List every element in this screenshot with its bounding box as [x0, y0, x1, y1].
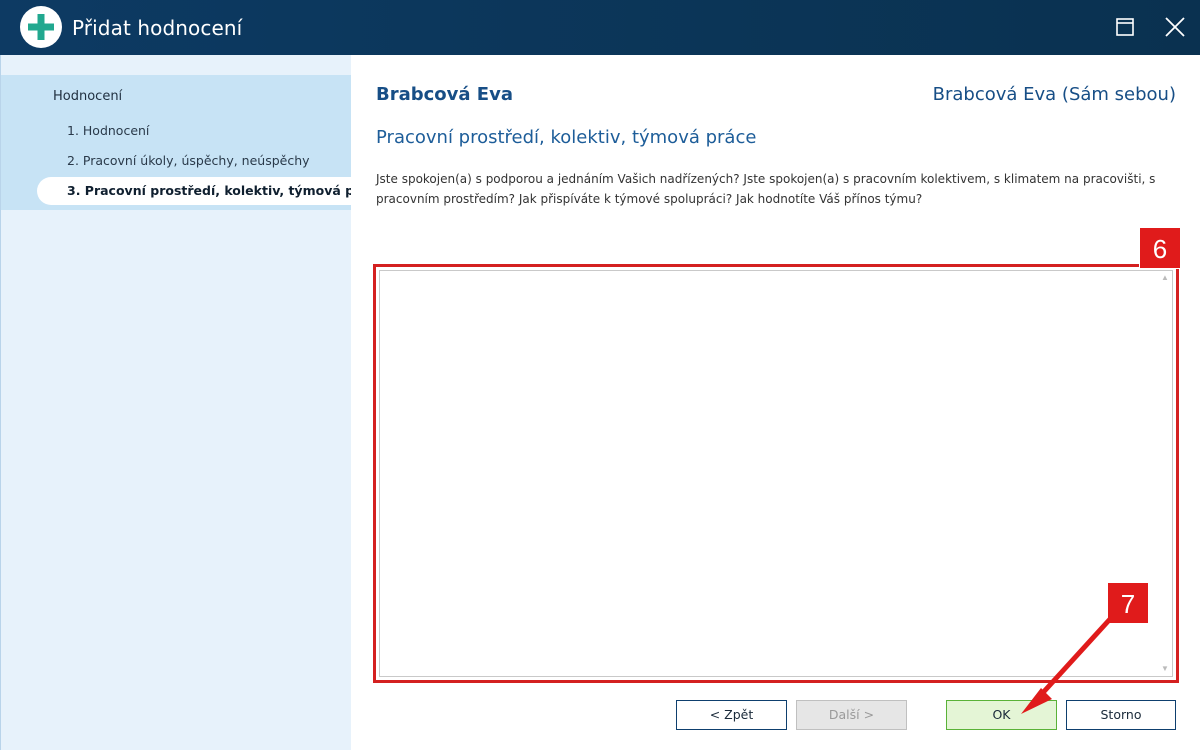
sidebar-heading: Hodnocení [53, 89, 123, 104]
section-title: Pracovní prostředí, kolektiv, týmová prá… [376, 127, 757, 148]
plus-circle-icon [20, 6, 62, 48]
wizard-sidebar: Hodnocení 1. Hodnocení 2. Pracovní úkoly… [0, 55, 352, 750]
close-icon[interactable] [1160, 13, 1190, 43]
answer-highlight-frame: ▲ ▼ [373, 264, 1179, 683]
annotation-badge-6: 6 [1139, 227, 1181, 269]
back-button[interactable]: < Zpět [676, 700, 787, 730]
question-text: Jste spokojen(a) s podporou a jednáním V… [376, 172, 1156, 206]
title-bar: Přidat hodnocení [0, 0, 1200, 55]
scroll-down-icon[interactable]: ▼ [1160, 664, 1170, 674]
evaluator-name: Brabcová Eva (Sám sebou) [932, 84, 1176, 105]
sidebar-item-pracovni-prostredi[interactable]: 3. Pracovní prostředí, kolektiv, týmová … [37, 177, 352, 205]
annotation-badge-7: 7 [1107, 582, 1149, 624]
maximize-icon[interactable] [1110, 13, 1140, 43]
next-button[interactable]: Další > [796, 700, 907, 730]
ok-button[interactable]: OK [946, 700, 1057, 730]
sidebar-item-pracovni-ukoly[interactable]: 2. Pracovní úkoly, úspěchy, neúspěchy [37, 147, 352, 175]
cancel-button[interactable]: Storno [1066, 700, 1176, 730]
scroll-up-icon[interactable]: ▲ [1160, 273, 1170, 283]
main-content: Brabcová Eva Brabcová Eva (Sám sebou) Pr… [351, 55, 1200, 750]
employee-name: Brabcová Eva [376, 84, 513, 105]
window-title: Přidat hodnocení [72, 16, 243, 40]
answer-textarea[interactable] [379, 270, 1173, 677]
sidebar-item-hodnoceni[interactable]: 1. Hodnocení [37, 117, 352, 145]
